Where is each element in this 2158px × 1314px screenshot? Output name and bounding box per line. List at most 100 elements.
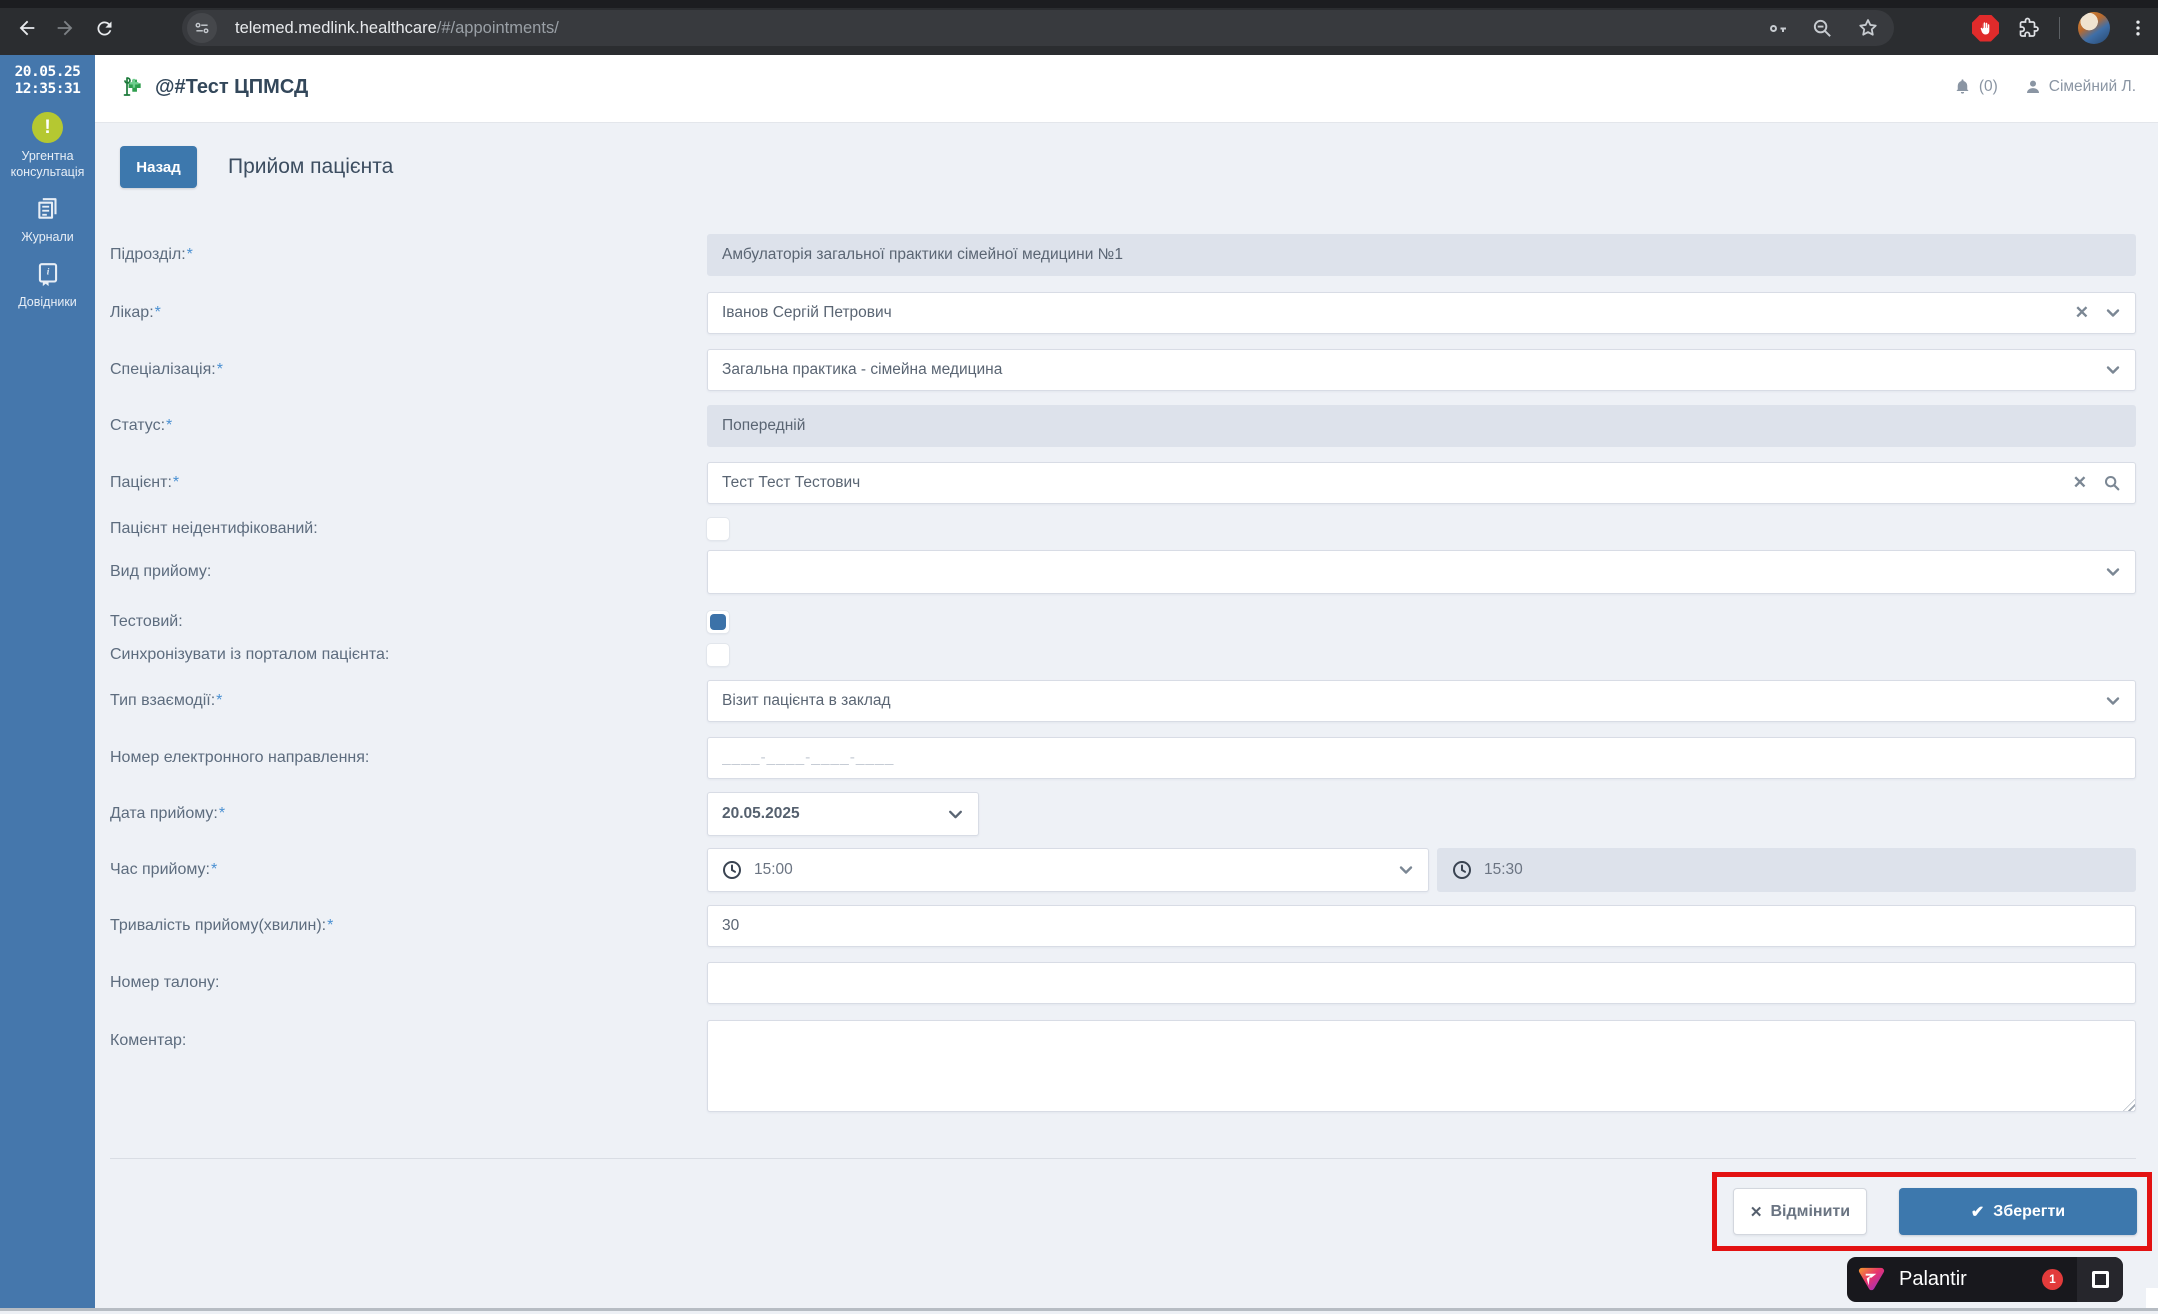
clear-icon[interactable]: ✕ — [2075, 303, 2089, 323]
user-icon — [2026, 80, 2039, 93]
address-bar[interactable]: telemed.medlink.healthcare/#/appointment… — [182, 10, 1894, 46]
form-row-duration: Тривалість прийому(хвилин):* 30 — [110, 905, 2136, 947]
visit-kind-select[interactable] — [707, 550, 2136, 594]
form-row-interaction-type: Тип взаємодії:* Візит пацієнта в заклад — [110, 680, 2136, 722]
form-row-doctor: Лікар:* Іванов Сергій Петрович ✕ — [110, 292, 2136, 334]
chevron-down-icon[interactable] — [2105, 305, 2121, 321]
specialization-select[interactable]: Загальна практика - сімейна медицина — [707, 349, 2136, 391]
url-text[interactable]: telemed.medlink.healthcare/#/appointment… — [235, 19, 559, 38]
field-label: Синхронізувати із порталом пацієнта: — [110, 646, 390, 663]
sidebar-item-label: Довідники — [18, 295, 77, 309]
chevron-down-icon[interactable] — [2105, 693, 2121, 709]
chevron-down-icon[interactable] — [947, 806, 964, 823]
field-label: Коментар: — [110, 1032, 187, 1049]
field-label: Номер електронного направлення: — [110, 749, 370, 766]
password-key-icon[interactable] — [1765, 16, 1789, 40]
field-label: Тип взаємодії:* — [110, 692, 223, 709]
user-menu[interactable]: Сімейний Л. — [2024, 78, 2136, 96]
clock-icon — [1452, 860, 1472, 880]
clinic-logo-icon — [123, 77, 141, 96]
duration-input[interactable]: 30 — [707, 905, 2136, 947]
org-title: @#Тест ЦПМСД — [155, 75, 309, 98]
sidebar-item-label: Журнали — [21, 230, 74, 244]
unit-field: Амбулаторія загальної практики сімейної … — [707, 234, 2136, 276]
browser-back-button[interactable] — [8, 9, 46, 47]
sidebar-item-urgent-consultation[interactable]: ! Ургентна консультація — [0, 112, 95, 180]
interaction-type-select[interactable]: Візит пацієнта в заклад — [707, 680, 2136, 722]
test-checkbox[interactable] — [707, 611, 729, 633]
field-label: Час прийому:* — [110, 861, 218, 878]
forward-arrow-icon — [57, 20, 73, 36]
form-row-referral-number: Номер електронного направлення: — [110, 737, 2136, 779]
patient-lookup-field[interactable]: Тест Тест Тестович ✕ — [707, 462, 2136, 504]
field-label: Лікар:* — [110, 304, 161, 321]
ticket-number-input[interactable] — [707, 962, 2136, 1004]
app-header: @#Тест ЦПМСД (0) Сімейний Л. — [95, 55, 2158, 123]
chevron-down-icon[interactable] — [2105, 564, 2121, 580]
form-row-visit-kind: Вид прийому: — [110, 550, 2136, 594]
sidebar-item-label: Ургентна консультація — [10, 149, 85, 179]
clock-icon — [722, 860, 742, 880]
screen: telemed.medlink.healthcare/#/appointment… — [0, 0, 2158, 1314]
browser-tab-strip — [0, 0, 2158, 8]
appointment-date-select[interactable]: 20.05.2025 — [707, 792, 979, 836]
comment-textarea[interactable] — [707, 1020, 2136, 1112]
bell-icon — [1956, 79, 1969, 94]
profile-avatar[interactable] — [2078, 12, 2110, 44]
palantir-label: Palantir — [1899, 1268, 1967, 1290]
chevron-down-icon[interactable] — [2105, 362, 2121, 378]
url-host: telemed.medlink.healthcare — [235, 18, 437, 37]
sidebar-item-journals[interactable]: Журнали — [0, 194, 95, 245]
chevron-down-icon[interactable] — [1398, 862, 1414, 878]
site-info-icon — [195, 22, 209, 34]
referral-number-input[interactable] — [707, 737, 2136, 779]
toolbar-divider — [2059, 17, 2060, 39]
field-label: Тестовий: — [110, 613, 183, 630]
sync-portal-checkbox[interactable] — [707, 644, 729, 666]
svg-text:i: i — [46, 267, 49, 277]
footer-divider — [110, 1158, 2136, 1159]
back-button[interactable]: Назад — [120, 146, 197, 188]
palantir-expand-button[interactable] — [2077, 1257, 2123, 1302]
form-row-status: Статус:* Попередній — [110, 405, 2136, 447]
field-label: Статус:* — [110, 417, 173, 434]
site-info-button[interactable] — [187, 13, 217, 43]
field-label: Номер талону: — [110, 974, 220, 991]
sidebar-clock: 20.05.25 12:35:31 — [0, 55, 95, 98]
palantir-logo-icon — [1858, 1267, 1885, 1291]
clear-icon[interactable]: ✕ — [2073, 473, 2087, 493]
user-name: Сімейний Л. — [2048, 77, 2136, 95]
form-row-unit: Підрозділ:* Амбулаторія загальної практи… — [110, 234, 2136, 276]
directories-icon: i — [38, 263, 57, 287]
field-label: Пацієнт неідентифікований: — [110, 520, 318, 537]
browser-toolbar: telemed.medlink.healthcare/#/appointment… — [0, 0, 2158, 55]
palantir-widget[interactable]: Palantir 1 — [1847, 1257, 2123, 1302]
sidebar-item-directories[interactable]: i Довідники — [0, 259, 95, 310]
patient-unidentified-checkbox[interactable] — [707, 518, 729, 540]
page-title: Прийом пацієнта — [228, 155, 394, 178]
back-arrow-icon — [19, 20, 35, 36]
zoom-out-icon[interactable] — [1811, 17, 1834, 40]
form-row-ticket-number: Номер талону: — [110, 962, 2136, 1004]
form-row-patient: Пацієнт:* Тест Тест Тестович ✕ — [110, 462, 2136, 504]
time-start-select[interactable]: 15:00 — [707, 848, 1429, 892]
browser-reload-button[interactable] — [85, 9, 123, 47]
stop-hand-icon — [1980, 21, 1990, 34]
search-icon[interactable] — [2103, 474, 2121, 492]
bookmark-star-icon[interactable] — [1856, 16, 1880, 40]
menu-dots-icon[interactable] — [2128, 18, 2148, 38]
form-row-test: Тестовий: — [110, 609, 2136, 635]
form-row-appointment-date: Дата прийому:* 20.05.2025 — [110, 792, 2136, 836]
maximize-icon — [2091, 1271, 2109, 1288]
form-row-patient-unidentified: Пацієнт неідентифікований: — [110, 516, 2136, 542]
palantir-badge: 1 — [2042, 1269, 2063, 1290]
extensions-puzzle-icon[interactable] — [2017, 16, 2041, 40]
sidebar-date: 20.05.25 — [14, 64, 81, 80]
browser-forward-button[interactable] — [46, 9, 84, 47]
field-label: Спеціалізація:* — [110, 361, 223, 378]
doctor-select[interactable]: Іванов Сергій Петрович ✕ — [707, 292, 2136, 334]
sidebar-time: 12:35:31 — [14, 81, 81, 97]
adblock-extension-button[interactable] — [1972, 14, 1999, 42]
reload-icon — [96, 20, 111, 35]
notifications-button[interactable]: (0) — [1953, 77, 1998, 96]
